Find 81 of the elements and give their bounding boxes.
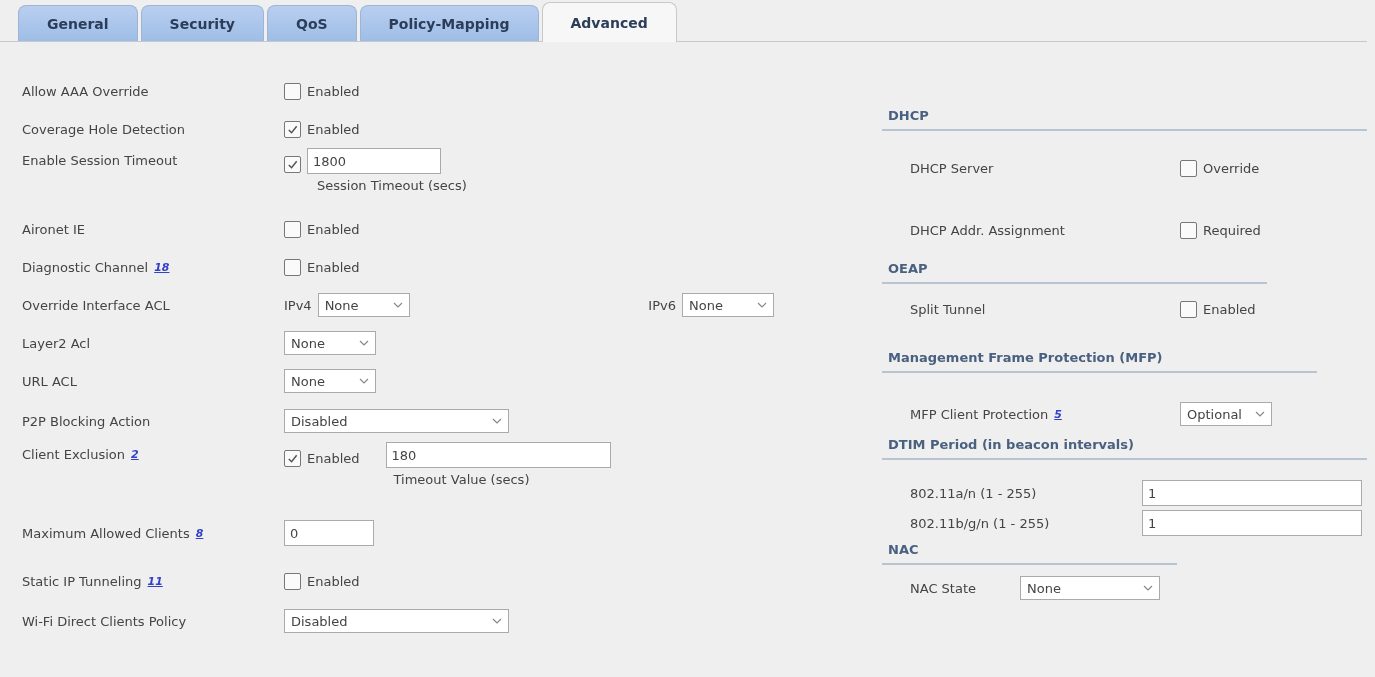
checkbox-label: Enabled <box>307 573 360 589</box>
checkbox-label: Enabled <box>307 83 360 99</box>
tab[interactable]: QoS <box>267 5 357 41</box>
setting-label: Enable Session Timeout <box>22 153 178 168</box>
help-link[interactable]: 2 <box>131 448 139 461</box>
setting-label: DHCP Addr. Assignment <box>910 222 1065 238</box>
setting-label: 802.11a/n (1 - 255) <box>910 485 1037 501</box>
dropdown[interactable]: Disabled <box>284 409 509 433</box>
checkbox[interactable] <box>284 572 301 590</box>
checkbox-label: Required <box>1203 222 1261 238</box>
setting-label: Coverage Hole Detection <box>22 121 186 137</box>
input-field[interactable]: 180 <box>385 442 611 468</box>
setting-label: 802.11b/g/n (1 - 255) <box>910 515 1050 531</box>
input-field[interactable]: 1 <box>1142 480 1362 506</box>
dropdown[interactable]: None <box>317 293 410 317</box>
checkbox[interactable] <box>284 258 301 276</box>
dropdown[interactable]: None <box>284 369 376 393</box>
caret-icon <box>359 378 369 384</box>
checkbox-label: Enabled <box>307 451 360 466</box>
checkbox-label: Enabled <box>307 121 360 137</box>
input-field[interactable]: 1800 <box>307 148 441 174</box>
checkbox[interactable] <box>1180 300 1197 318</box>
setting-label: Static IP Tunneling <box>22 573 142 589</box>
tab[interactable]: Advanced <box>541 2 677 42</box>
dropdown[interactable]: None <box>682 293 774 317</box>
section-heading: DHCP <box>882 108 1367 131</box>
section-heading: OEAP <box>882 261 1267 284</box>
setting-label: Aironet IE <box>22 221 86 237</box>
dropdown[interactable]: None <box>1020 576 1160 600</box>
checkbox-label: Enabled <box>307 259 360 275</box>
caret-icon <box>392 302 403 308</box>
checkmark-icon <box>286 158 299 171</box>
caret-icon <box>492 418 502 424</box>
help-link[interactable]: 5 <box>1054 407 1062 421</box>
setting-label: Layer2 Acl <box>22 335 91 351</box>
checkbox[interactable] <box>284 220 301 238</box>
setting-label: Override Interface ACL <box>22 297 170 313</box>
tab[interactable]: Policy-Mapping <box>359 5 539 41</box>
caret-icon <box>359 340 369 346</box>
dropdown[interactable]: Disabled <box>284 609 509 633</box>
checkbox[interactable] <box>1180 159 1197 177</box>
setting-label: Client Exclusion <box>22 447 126 462</box>
dropdown[interactable]: None <box>284 331 376 355</box>
ip-version-label: IPv4 <box>284 297 312 313</box>
help-link[interactable]: 18 <box>154 260 170 274</box>
caret-icon <box>1143 585 1153 591</box>
input-field[interactable]: 0 <box>284 520 374 546</box>
checkbox[interactable] <box>284 450 301 467</box>
checkbox-label: Enabled <box>307 221 360 237</box>
checkbox[interactable] <box>284 82 301 100</box>
setting-label: Wi-Fi Direct Clients Policy <box>22 613 187 629</box>
setting-label: Split Tunnel <box>910 301 986 317</box>
help-link[interactable]: 11 <box>147 574 163 588</box>
field-caption: Timeout Value (secs) <box>393 472 530 487</box>
checkbox[interactable] <box>284 156 301 173</box>
section-heading: Management Frame Protection (MFP) <box>882 350 1317 373</box>
checkmark-icon <box>286 452 299 465</box>
caret-icon <box>757 302 767 308</box>
setting-label: NAC State <box>910 580 976 596</box>
checkbox-label: Enabled <box>1203 301 1256 317</box>
caret-icon <box>1255 411 1265 417</box>
setting-label: Maximum Allowed Clients <box>22 525 190 541</box>
setting-label: URL ACL <box>22 373 77 389</box>
tab[interactable]: Security <box>140 5 264 41</box>
checkbox[interactable] <box>1180 221 1197 239</box>
setting-label: P2P Blocking Action <box>22 413 151 429</box>
input-field[interactable]: 1 <box>1142 510 1362 536</box>
dropdown[interactable]: Optional <box>1180 402 1272 426</box>
help-link[interactable]: 8 <box>195 526 204 540</box>
setting-label: Diagnostic Channel <box>22 259 149 275</box>
setting-label: MFP Client Protection <box>910 406 1049 422</box>
caret-icon <box>492 618 502 624</box>
checkbox-label: Override <box>1203 160 1260 176</box>
setting-label: DHCP Server <box>910 160 994 176</box>
ip-version-label: IPv6 <box>648 297 676 313</box>
section-heading: NAC <box>882 542 1177 565</box>
checkbox[interactable] <box>284 120 301 138</box>
tab[interactable]: General <box>18 5 138 41</box>
section-heading: DTIM Period (in beacon intervals) <box>882 437 1367 460</box>
setting-label: Allow AAA Override <box>22 83 149 99</box>
field-caption: Session Timeout (secs) <box>317 178 467 193</box>
